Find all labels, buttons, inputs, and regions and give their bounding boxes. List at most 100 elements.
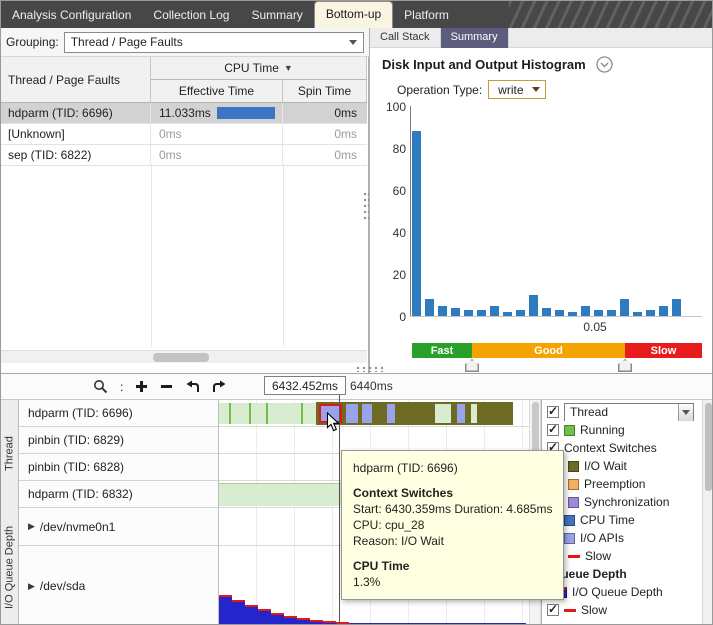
legend-label: Preemption	[584, 477, 645, 491]
timeline-row-label[interactable]: pinbin (TID: 6829)	[19, 427, 219, 454]
tooltip-cpu-time-value: 1.3%	[353, 574, 552, 590]
tab-call-stack[interactable]: Call Stack	[370, 28, 441, 48]
tab-platform[interactable]: Platform	[393, 2, 460, 28]
tooltip-cpu: CPU: cpu_28	[353, 517, 552, 533]
table-row[interactable]: hdparm (TID: 6696) 11.033ms 0ms	[1, 103, 367, 124]
legend-label: Running	[580, 423, 625, 437]
queue-depth-step	[297, 618, 310, 625]
tab-analysis-configuration[interactable]: Analysis Configuration	[1, 2, 142, 28]
tab-pane-summary[interactable]: Summary	[441, 28, 509, 48]
result-tab-bar: Analysis Configuration Collection Log Su…	[1, 1, 713, 28]
zoom-in-icon[interactable]	[135, 380, 148, 393]
tooltip-section-title: Context Switches	[353, 485, 552, 501]
select-button[interactable]	[678, 404, 693, 421]
histogram-bar	[568, 312, 577, 316]
queue-depth-step	[232, 600, 245, 625]
device-name: /dev/nvme0n1	[40, 520, 115, 534]
fast-good-threshold-handle[interactable]	[465, 359, 479, 372]
running-checkbox[interactable]	[547, 424, 559, 436]
horizontal-scrollbar[interactable]	[1, 350, 367, 363]
y-tick-label: 100	[372, 100, 406, 114]
spin-time-cell: 0ms	[283, 124, 367, 144]
thread-row-hdparm-6696-visual[interactable]	[219, 400, 529, 427]
timeline-group-column: Thread I/O Queue Depth	[1, 400, 19, 625]
timeline-row-label[interactable]: hdparm (TID: 6832)	[19, 481, 219, 508]
chevron-down-icon	[532, 87, 540, 92]
queue-depth-step	[271, 613, 284, 625]
stack-pane-tabs: Call Stack Summary	[370, 28, 713, 48]
legend-label: Context Switches	[564, 441, 657, 455]
tab-bottom-up[interactable]: Bottom-up	[314, 1, 393, 28]
grid-header: Thread / Page Faults CPU Time ▼ Effectiv…	[1, 57, 367, 103]
table-row[interactable]: [Unknown] 0ms 0ms	[1, 124, 367, 145]
grouping-select[interactable]: Thread / Page Faults	[64, 32, 364, 53]
running-tick	[266, 403, 268, 424]
timeline-row-label[interactable]: hdparm (TID: 6696)	[19, 400, 219, 427]
expand-row-icon[interactable]: ▶	[28, 581, 35, 592]
histogram-bar	[620, 299, 629, 316]
column-header-cpu-time[interactable]: CPU Time ▼	[151, 57, 367, 80]
zoom-out-icon[interactable]	[160, 380, 173, 393]
zoom-magnifier-icon[interactable]	[93, 379, 108, 394]
undo-zoom-icon[interactable]	[185, 380, 200, 393]
histogram-bar	[659, 306, 668, 317]
fast-zone: Fast	[412, 343, 472, 358]
horizontal-splitter-handle[interactable]	[355, 366, 383, 372]
io-api-segment	[435, 404, 451, 423]
timeline-row-label[interactable]: ▶ /dev/sda	[19, 546, 219, 625]
scrollbar-thumb[interactable]	[705, 403, 712, 491]
histogram-bar	[438, 306, 447, 317]
timeline-legend: Thread Running Context Switches I/O Wait	[541, 400, 702, 625]
y-tick-label: 80	[372, 142, 406, 156]
timeline-row-label[interactable]: ▶ /dev/nvme0n1	[19, 508, 219, 546]
scrollbar-thumb[interactable]	[153, 353, 209, 362]
io-api-segment	[457, 404, 465, 423]
ruler-tick-label: 6440ms	[350, 379, 393, 393]
cursor-time-label: 6432.452ms	[264, 376, 346, 395]
histogram-bar	[633, 312, 642, 316]
thread-band-checkbox[interactable]	[547, 406, 559, 418]
histogram-bar	[477, 310, 486, 316]
queue-depth-step	[310, 620, 323, 625]
good-slow-threshold-handle[interactable]	[618, 359, 632, 372]
band-selector-value: Thread	[570, 405, 608, 419]
bottom-up-grid: Thread / Page Faults CPU Time ▼ Effectiv…	[1, 57, 369, 373]
operation-type-select[interactable]: write	[488, 80, 545, 99]
cpu-time-swatch-icon	[564, 515, 575, 526]
redo-zoom-icon[interactable]	[212, 380, 227, 393]
mouse-cursor-icon	[326, 412, 340, 435]
column-header-effective-time[interactable]: Effective Time	[151, 80, 283, 103]
grouping-label: Grouping:	[6, 35, 59, 49]
histogram-bar	[529, 295, 538, 316]
tab-collection-log[interactable]: Collection Log	[142, 2, 240, 28]
table-row[interactable]: sep (TID: 6822) 0ms 0ms	[1, 145, 367, 166]
tooltip-start-duration: Start: 6430.359ms Duration: 4.685ms	[353, 501, 552, 517]
scrollbar-thumb[interactable]	[532, 402, 539, 454]
histogram-bar	[503, 312, 512, 316]
legend-label: I/O APIs	[580, 531, 624, 545]
slow-zone: Slow	[625, 343, 702, 358]
slow-line-icon	[568, 555, 580, 558]
queue-depth-step	[245, 605, 258, 625]
legend-scrollbar[interactable]	[702, 400, 713, 625]
timeline-row-label[interactable]: pinbin (TID: 6828)	[19, 454, 219, 481]
collapse-section-icon[interactable]	[596, 56, 613, 73]
band-selector[interactable]: Thread	[564, 403, 694, 421]
queue-slow-checkbox[interactable]	[547, 604, 559, 616]
cpu-time-label: CPU Time	[224, 61, 279, 75]
effective-time-cell: 11.033ms	[151, 103, 283, 123]
spin-time-cell: 0ms	[283, 103, 367, 123]
legend-label: Synchronization	[584, 495, 669, 509]
toolbar-separator: :	[120, 380, 123, 394]
x-tick-label: 0.05	[578, 320, 612, 334]
running-tick	[229, 403, 231, 424]
expand-row-icon[interactable]: ▶	[28, 521, 35, 532]
histogram-bar	[581, 306, 590, 317]
tooltip-cpu-time-header: CPU Time	[353, 558, 552, 574]
tab-summary[interactable]: Summary	[240, 2, 313, 28]
summary-pane: Call Stack Summary Disk Input and Output…	[369, 28, 713, 373]
legend-label: Slow	[581, 603, 607, 617]
column-header-spin-time[interactable]: Spin Time	[283, 80, 367, 103]
y-tick-label: 0	[372, 310, 406, 324]
column-header-thread-page-faults[interactable]: Thread / Page Faults	[1, 57, 151, 103]
